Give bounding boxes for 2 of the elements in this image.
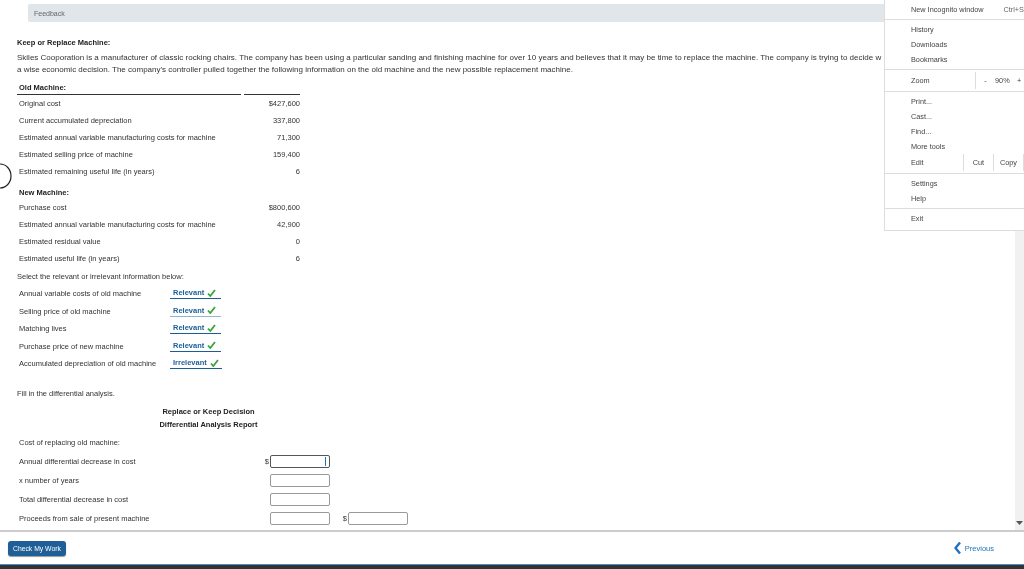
problem-text: a wise economic decision. The company's controller pulled together the following information on the old machine and the new possible replacement machine. [17, 64, 573, 76]
problem-text: Skiles Cooporation is a manufacturer of classic rocking chairs. The company has been using a particular sanding and finishing machine for over 10 years and believes that it may be time to replace the machine. The company is trying to decide w [17, 52, 882, 64]
